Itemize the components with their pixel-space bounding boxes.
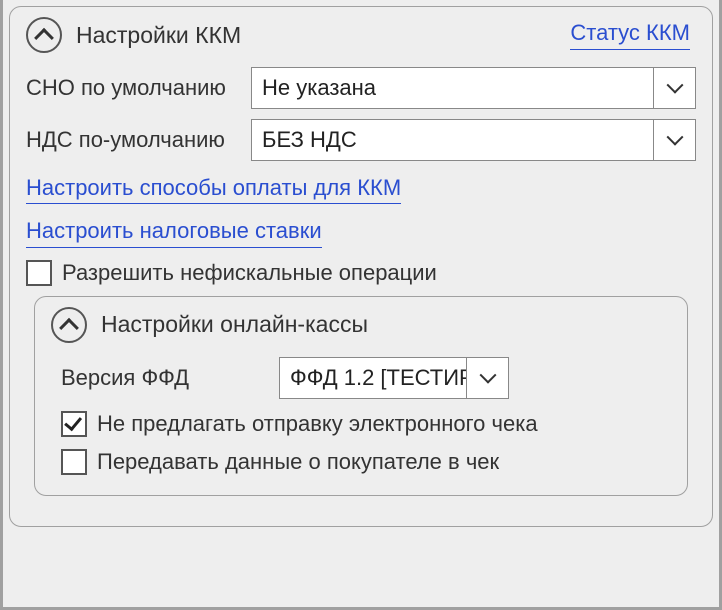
nds-value: БЕЗ НДС bbox=[252, 120, 653, 160]
nds-label: НДС по-умолчанию bbox=[26, 127, 241, 153]
buyer-data-label: Передавать данные о покупателе в чек bbox=[97, 449, 499, 475]
collapse-button-kkm[interactable] bbox=[26, 17, 62, 53]
chevron-up-icon bbox=[34, 28, 54, 48]
sno-label: СНО по умолчанию bbox=[26, 75, 241, 101]
no-eticket-label: Не предлагать отправку электронного чека bbox=[97, 411, 538, 437]
kkm-settings-panel: Настройки ККМ Статус ККМ СНО по умолчани… bbox=[9, 6, 713, 527]
ffd-dropdown-button[interactable] bbox=[466, 358, 508, 398]
chevron-down-icon bbox=[666, 77, 683, 94]
online-title: Настройки онлайн-кассы bbox=[101, 311, 368, 338]
nds-combobox[interactable]: БЕЗ НДС bbox=[251, 119, 696, 161]
configure-payment-link[interactable]: Настроить способы оплаты для ККМ bbox=[26, 175, 401, 204]
status-kkm-link[interactable]: Статус ККМ bbox=[570, 20, 690, 49]
nonfiscal-checkbox[interactable] bbox=[26, 260, 52, 286]
chevron-down-icon bbox=[479, 366, 496, 383]
nonfiscal-label: Разрешить нефискальные операции bbox=[62, 260, 437, 286]
chevron-up-icon bbox=[59, 318, 79, 338]
nds-dropdown-button[interactable] bbox=[653, 120, 695, 160]
sno-combobox[interactable]: Не указана bbox=[251, 67, 696, 109]
ffd-combobox[interactable]: ФФД 1.2 [ТЕСТИР bbox=[279, 357, 509, 399]
ffd-value: ФФД 1.2 [ТЕСТИР bbox=[280, 358, 466, 398]
configure-tax-link[interactable]: Настроить налоговые ставки bbox=[26, 218, 322, 247]
kkm-title: Настройки ККМ bbox=[76, 22, 241, 49]
ffd-label: Версия ФФД bbox=[61, 365, 261, 391]
online-kassa-panel: Настройки онлайн-кассы Версия ФФД ФФД 1.… bbox=[34, 296, 688, 496]
buyer-data-checkbox[interactable] bbox=[61, 449, 87, 475]
sno-value: Не указана bbox=[252, 68, 653, 108]
window-frame: Настройки ККМ Статус ККМ СНО по умолчани… bbox=[0, 0, 722, 610]
collapse-button-online[interactable] bbox=[51, 307, 87, 343]
chevron-down-icon bbox=[666, 129, 683, 146]
no-eticket-checkbox[interactable] bbox=[61, 411, 87, 437]
sno-dropdown-button[interactable] bbox=[653, 68, 695, 108]
